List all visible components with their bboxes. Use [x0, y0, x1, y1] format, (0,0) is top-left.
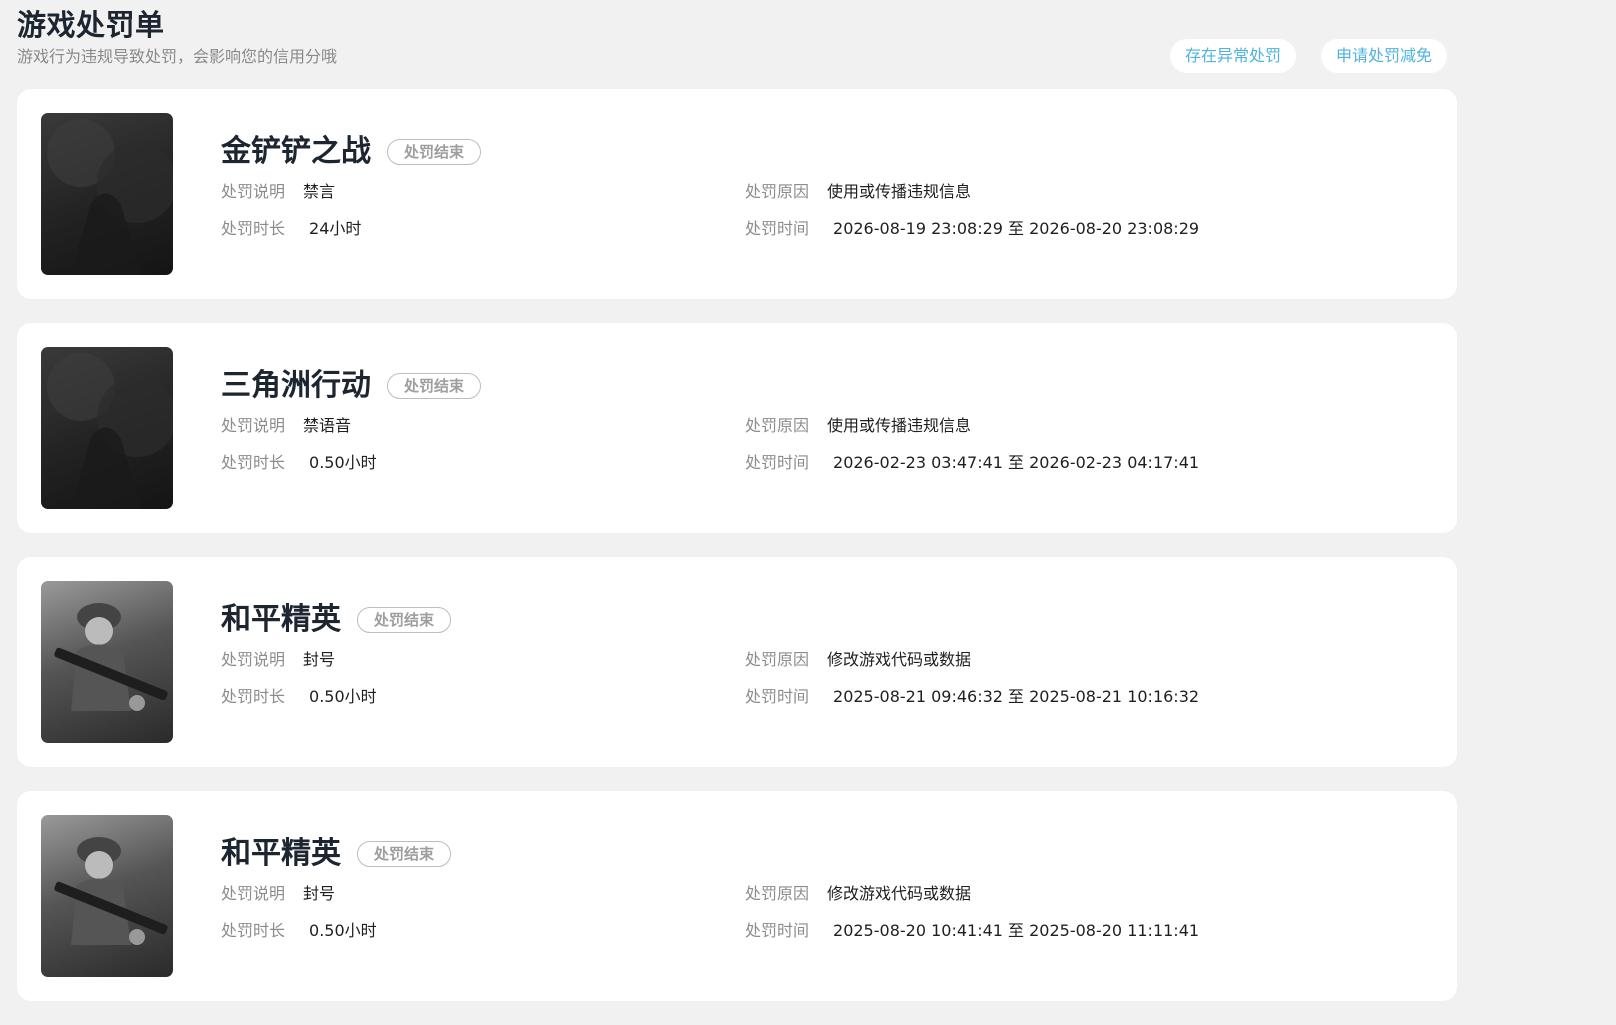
- penalty-reason-label: 处罚原因: [745, 182, 810, 201]
- penalty-reason-label: 处罚原因: [745, 650, 810, 669]
- game-thumbnail: [41, 581, 173, 743]
- penalty-time-label: 处罚时间: [745, 453, 810, 472]
- penalty-time: 处罚时间 2025-08-20 10:41:41 至 2025-08-20 11:…: [745, 920, 1199, 942]
- penalty-desc: 处罚说明 禁言: [221, 181, 335, 203]
- penalty-duration-label: 处罚时长: [221, 219, 286, 238]
- game-name: 和平精英: [221, 836, 341, 871]
- penalty-duration: 处罚时长 0.50小时: [221, 452, 377, 474]
- penalty-reason-label: 处罚原因: [745, 884, 810, 903]
- penalty-reason-value: 使用或传播违规信息: [827, 416, 972, 435]
- penalty-time: 处罚时间 2026-02-23 03:47:41 至 2026-02-23 04:…: [745, 452, 1199, 474]
- penalty-desc-label: 处罚说明: [221, 650, 286, 669]
- status-badge: 处罚结束: [357, 607, 452, 633]
- penalty-duration-value: 24小时: [309, 219, 362, 238]
- penalty-time: 处罚时间 2025-08-21 09:46:32 至 2025-08-21 10:…: [745, 686, 1199, 708]
- penalty-duration-label: 处罚时长: [221, 687, 286, 706]
- penalty-reason-label: 处罚原因: [745, 416, 810, 435]
- penalty-reason-value: 修改游戏代码或数据: [827, 884, 972, 903]
- penalty-reason: 处罚原因 修改游戏代码或数据: [745, 649, 971, 671]
- penalty-list: 金铲铲之战 处罚结束 处罚说明 禁言 处罚时长 24小时 处罚原因 使用或传播违规信息…: [17, 89, 1457, 1025]
- penalty-desc-label: 处罚说明: [221, 182, 286, 201]
- penalty-reason-value: 修改游戏代码或数据: [827, 650, 972, 669]
- game-art-icon: [47, 353, 173, 509]
- penalty-desc-value: 禁语音: [303, 416, 352, 435]
- game-thumbnail: [41, 347, 173, 509]
- page-subtitle: 游戏行为违规导致处罚，会影响您的信用分哦: [17, 47, 338, 66]
- header-actions: 存在异常处罚 申请处罚减免: [1170, 39, 1448, 73]
- game-art-icon: [47, 119, 173, 275]
- status-badge: 处罚结束: [357, 841, 452, 867]
- soldier-art-icon: [54, 837, 168, 945]
- game-name: 金铲铲之战: [221, 134, 371, 169]
- penalty-desc-label: 处罚说明: [221, 416, 286, 435]
- penalty-time-label: 处罚时间: [745, 219, 810, 238]
- penalty-duration-value: 0.50小时: [309, 453, 377, 472]
- penalty-card[interactable]: 金铲铲之战 处罚结束 处罚说明 禁言 处罚时长 24小时 处罚原因 使用或传播违规信息…: [17, 89, 1457, 299]
- penalty-reason: 处罚原因 使用或传播违规信息: [745, 415, 971, 437]
- status-badge: 处罚结束: [387, 373, 482, 399]
- penalty-time-label: 处罚时间: [745, 921, 810, 940]
- penalty-time-value: 2026-08-19 23:08:29 至 2026-08-20 23:08:2…: [833, 219, 1200, 238]
- penalty-time-value: 2025-08-20 10:41:41 至 2025-08-20 11:11:4…: [833, 921, 1200, 940]
- penalty-time-label: 处罚时间: [745, 687, 810, 706]
- penalty-time: 处罚时间 2026-08-19 23:08:29 至 2026-08-20 23:…: [745, 218, 1199, 240]
- penalty-desc: 处罚说明 封号: [221, 649, 335, 671]
- penalty-time-value: 2026-02-23 03:47:41 至 2026-02-23 04:17:4…: [833, 453, 1200, 472]
- penalty-card[interactable]: 三角洲行动 处罚结束 处罚说明 禁语音 处罚时长 0.50小时 处罚原因 使用或传播违…: [17, 323, 1457, 533]
- appeal-reduction-button[interactable]: 申请处罚减免: [1321, 39, 1448, 73]
- abnormal-penalty-button[interactable]: 存在异常处罚: [1170, 39, 1297, 73]
- penalty-card[interactable]: 和平精英 处罚结束 处罚说明 封号 处罚时长 0.50小时 处罚原因 修改游戏代码或数…: [17, 557, 1457, 767]
- game-name: 三角洲行动: [221, 368, 371, 403]
- penalty-duration-value: 0.50小时: [309, 687, 377, 706]
- penalty-duration-label: 处罚时长: [221, 453, 286, 472]
- penalty-reason: 处罚原因 修改游戏代码或数据: [745, 883, 971, 905]
- penalty-desc-value: 禁言: [303, 182, 336, 201]
- penalty-duration: 处罚时长 0.50小时: [221, 686, 377, 708]
- game-name: 和平精英: [221, 602, 341, 637]
- game-thumbnail: [41, 815, 173, 977]
- page-title: 游戏处罚单: [17, 8, 165, 42]
- penalty-desc: 处罚说明 封号: [221, 883, 335, 905]
- penalty-desc: 处罚说明 禁语音: [221, 415, 351, 437]
- penalty-reason: 处罚原因 使用或传播违规信息: [745, 181, 971, 203]
- penalty-duration-value: 0.50小时: [309, 921, 377, 940]
- penalty-time-value: 2025-08-21 09:46:32 至 2025-08-21 10:16:3…: [833, 687, 1200, 706]
- penalty-reason-value: 使用或传播违规信息: [827, 182, 972, 201]
- soldier-art-icon: [54, 603, 168, 711]
- game-thumbnail: [41, 113, 173, 275]
- penalty-duration: 处罚时长 0.50小时: [221, 920, 377, 942]
- penalty-desc-label: 处罚说明: [221, 884, 286, 903]
- penalty-duration-label: 处罚时长: [221, 921, 286, 940]
- penalty-desc-value: 封号: [303, 884, 336, 903]
- penalty-duration: 处罚时长 24小时: [221, 218, 361, 240]
- status-badge: 处罚结束: [387, 139, 482, 165]
- penalty-desc-value: 封号: [303, 650, 336, 669]
- page-header: 游戏处罚单 游戏行为违规导致处罚，会影响您的信用分哦: [17, 6, 337, 68]
- penalty-card[interactable]: 和平精英 处罚结束 处罚说明 封号 处罚时长 0.50小时 处罚原因 修改游戏代码或数…: [17, 791, 1457, 1001]
